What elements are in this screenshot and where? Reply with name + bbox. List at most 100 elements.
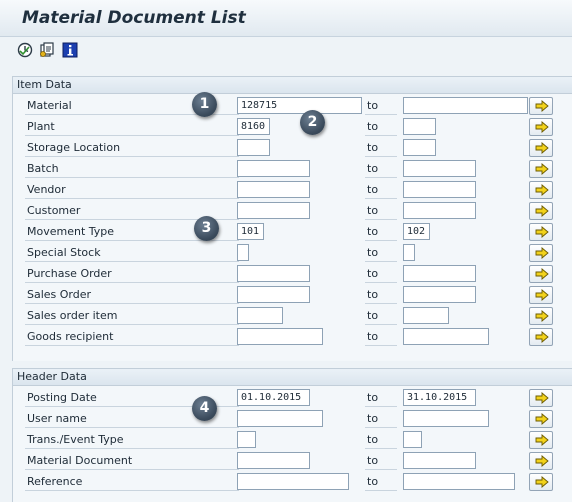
purchase-order-label: Purchase Order [27, 267, 112, 280]
to-underline [365, 240, 397, 241]
to-underline [365, 427, 397, 428]
row-plant: Plant 8160 to [13, 117, 572, 138]
to-underline [365, 448, 397, 449]
goods-recipient-from-field[interactable] [237, 328, 323, 345]
reference-to-field[interactable] [403, 473, 515, 490]
movement-type-from-field[interactable]: 101 [237, 223, 264, 240]
user-name-from-field[interactable] [237, 410, 323, 427]
header-data-header: Header Data [13, 369, 572, 386]
posting-date-to-field[interactable]: 31.10.2015 [403, 389, 476, 406]
to-label: to [367, 288, 379, 301]
batch-from-field[interactable] [237, 160, 310, 177]
get-variant-icon[interactable] [39, 42, 55, 58]
multiple-selection-button[interactable] [529, 307, 553, 325]
user-name-to-field[interactable] [403, 410, 489, 427]
goods-recipient-to-field[interactable] [403, 328, 489, 345]
multiple-selection-button[interactable] [529, 202, 553, 220]
to-label: to [367, 330, 379, 343]
multiple-selection-button[interactable] [529, 223, 553, 241]
arrow-right-icon [535, 100, 549, 112]
vendor-to-field[interactable] [403, 181, 476, 198]
to-underline [365, 282, 397, 283]
row-reference: Reference to [13, 472, 572, 493]
arrow-right-icon [535, 434, 549, 446]
item-data-section: Item Data Material 128715 to Plant 8160 … [12, 76, 572, 361]
special-stock-from-field[interactable] [237, 244, 249, 261]
arrow-right-icon [535, 226, 549, 238]
batch-to-field[interactable] [403, 160, 476, 177]
arrow-right-icon [535, 205, 549, 217]
trans-event-type-to-field[interactable] [403, 431, 422, 448]
sales-order-label: Sales Order [27, 288, 92, 301]
toolbar [0, 37, 572, 71]
multiple-selection-button[interactable] [529, 431, 553, 449]
to-label: to [367, 141, 379, 154]
label-underline [25, 345, 239, 346]
multiple-selection-button[interactable] [529, 244, 553, 262]
multiple-selection-button[interactable] [529, 410, 553, 428]
header-data-section: Header Data Posting Date 01.10.2015 to 3… [12, 368, 572, 502]
special-stock-to-field[interactable] [403, 244, 415, 261]
material-label: Material [27, 99, 72, 112]
multiple-selection-button[interactable] [529, 265, 553, 283]
sales-order-item-to-field[interactable] [403, 307, 449, 324]
multiple-selection-button[interactable] [529, 139, 553, 157]
arrow-right-icon [535, 310, 549, 322]
customer-to-field[interactable] [403, 202, 476, 219]
sales-order-to-field[interactable] [403, 286, 476, 303]
to-label: to [367, 225, 379, 238]
to-label: to [367, 475, 379, 488]
multiple-selection-button[interactable] [529, 452, 553, 470]
execute-icon[interactable] [17, 42, 33, 58]
label-underline [25, 156, 239, 157]
label-underline [25, 282, 239, 283]
purchase-order-from-field[interactable] [237, 265, 310, 282]
label-underline [25, 177, 239, 178]
material-document-to-field[interactable] [403, 452, 476, 469]
sales-order-from-field[interactable] [237, 286, 310, 303]
plant-from-field[interactable]: 8160 [237, 118, 270, 135]
row-material: Material 128715 to [13, 96, 572, 117]
callout-badge-3: 3 [194, 216, 219, 241]
to-underline [365, 345, 397, 346]
to-label: to [367, 391, 379, 404]
row-special-stock: Special Stock to [13, 243, 572, 264]
material-document-from-field[interactable] [237, 452, 310, 469]
to-underline [365, 219, 397, 220]
to-underline [365, 198, 397, 199]
sales-order-item-label: Sales order item [27, 309, 118, 322]
material-from-field[interactable]: 128715 [237, 97, 362, 114]
plant-to-field[interactable] [403, 118, 436, 135]
multiple-selection-button[interactable] [529, 118, 553, 136]
customer-from-field[interactable] [237, 202, 310, 219]
info-icon[interactable] [62, 42, 78, 58]
movement-type-to-field[interactable]: 102 [403, 223, 430, 240]
multiple-selection-button[interactable] [529, 328, 553, 346]
storage-location-from-field[interactable] [237, 139, 270, 156]
trans-event-type-from-field[interactable] [237, 431, 256, 448]
arrow-right-icon [535, 392, 549, 404]
label-underline [25, 324, 239, 325]
arrow-right-icon [535, 455, 549, 467]
reference-label: Reference [27, 475, 83, 488]
multiple-selection-button[interactable] [529, 286, 553, 304]
multiple-selection-button[interactable] [529, 389, 553, 407]
label-underline [25, 448, 239, 449]
storage-location-to-field[interactable] [403, 139, 436, 156]
posting-date-from-field[interactable]: 01.10.2015 [237, 389, 310, 406]
purchase-order-to-field[interactable] [403, 265, 476, 282]
vendor-from-field[interactable] [237, 181, 310, 198]
arrow-right-icon [535, 247, 549, 259]
sales-order-item-from-field[interactable] [237, 307, 283, 324]
user-name-label: User name [27, 412, 87, 425]
reference-from-field[interactable] [237, 473, 349, 490]
label-underline [25, 490, 239, 491]
to-underline [365, 469, 397, 470]
multiple-selection-button[interactable] [529, 473, 553, 491]
multiple-selection-button[interactable] [529, 181, 553, 199]
label-underline [25, 198, 239, 199]
multiple-selection-button[interactable] [529, 97, 553, 115]
material-to-field[interactable] [403, 97, 528, 114]
row-posting-date: Posting Date 01.10.2015 to 31.10.2015 [13, 388, 572, 409]
multiple-selection-button[interactable] [529, 160, 553, 178]
